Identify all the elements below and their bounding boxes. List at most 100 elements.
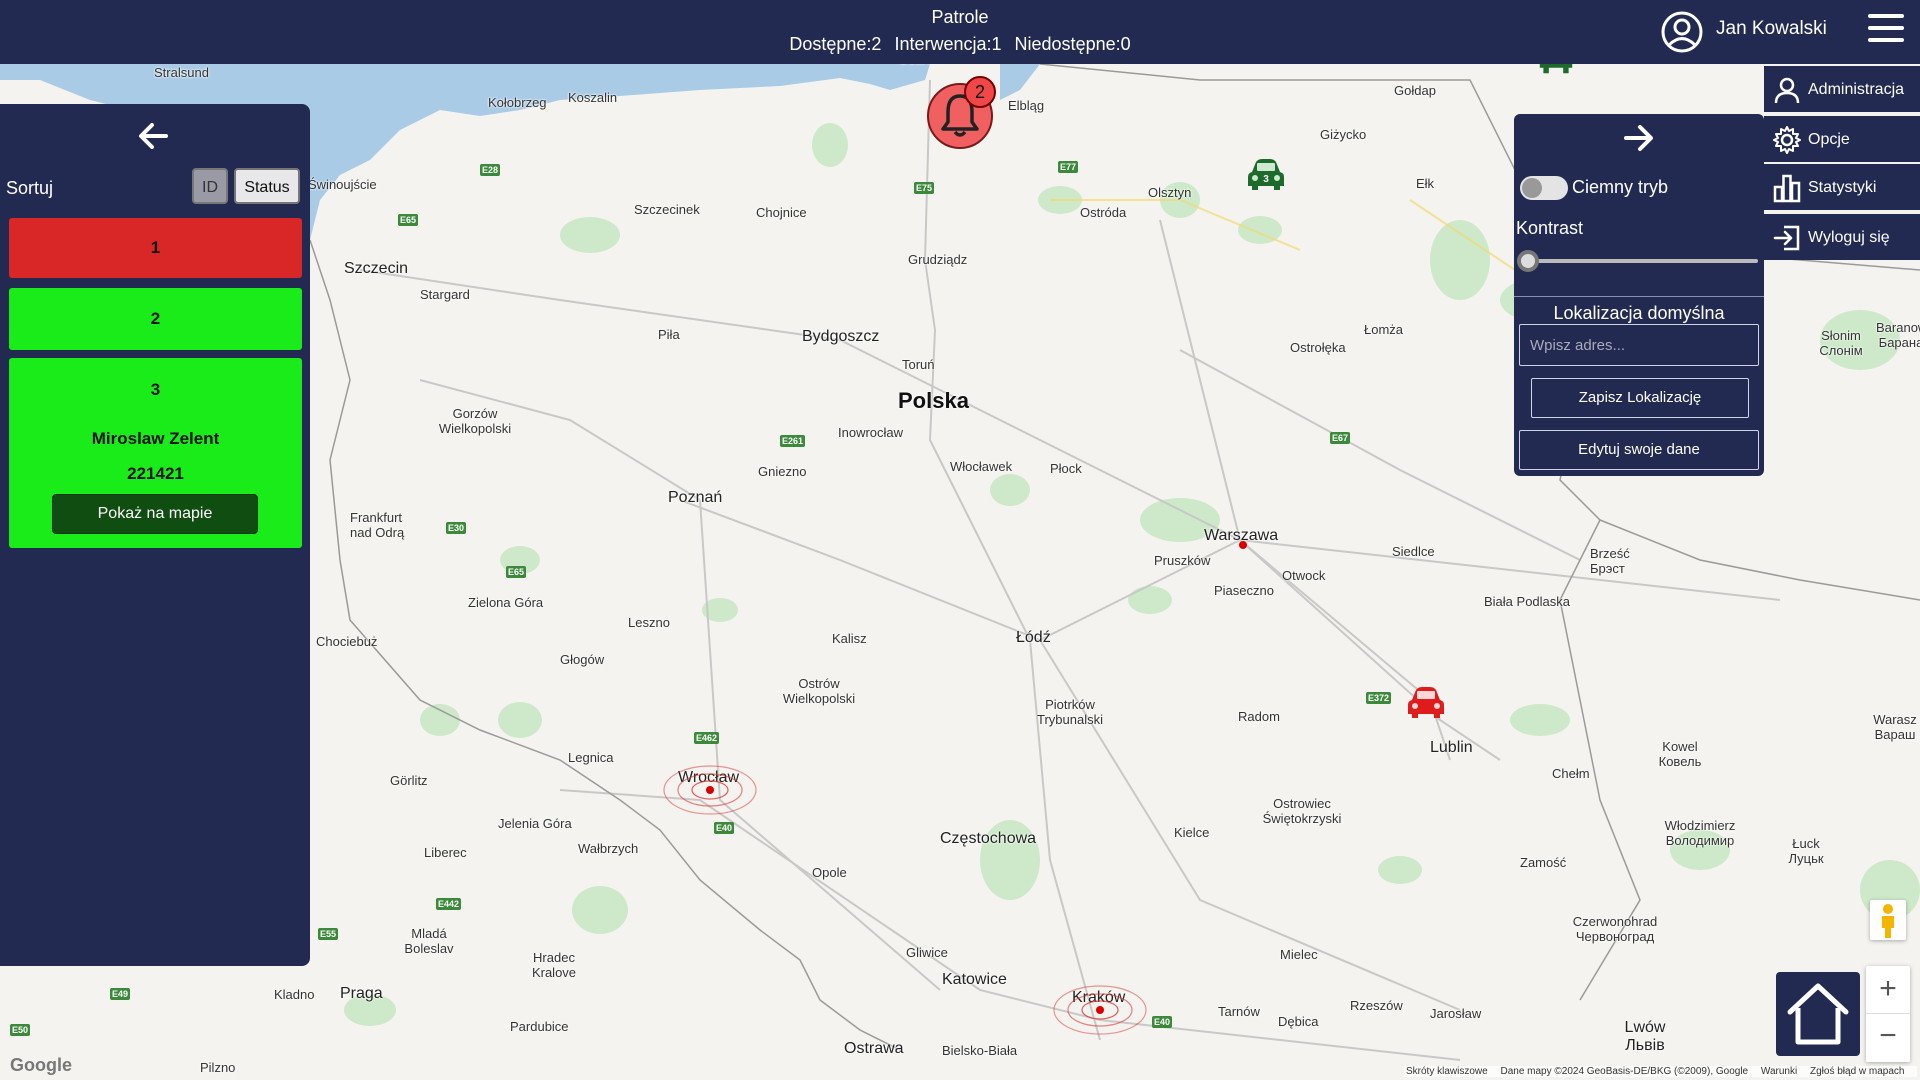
sort-label: Sortuj: [6, 178, 54, 198]
hamburger-icon[interactable]: [1868, 14, 1904, 48]
city-label: Dębica: [1278, 1014, 1319, 1029]
zoom-out-button[interactable]: −: [1866, 1014, 1910, 1062]
city-label: Ostróda: [1080, 205, 1127, 220]
road-shield: E40: [1152, 1016, 1173, 1028]
city-label: Kielce: [1174, 825, 1210, 840]
city-label: Łomża: [1364, 322, 1404, 337]
city-label: Piotrków Trybunalski: [1037, 697, 1103, 727]
incident-target-marker[interactable]: [662, 764, 758, 816]
city-label: Koszalin: [568, 90, 618, 105]
bar-chart-icon: [1773, 174, 1801, 203]
road-shield: E75: [914, 182, 935, 194]
car-icon[interactable]: 3: [1246, 158, 1286, 192]
report-error-link[interactable]: Zgłoś błąd w mapach: [1810, 1066, 1905, 1077]
city-label: Kalisz: [832, 631, 867, 646]
arrow-left-icon[interactable]: [136, 118, 172, 154]
city-label: Włodzimierz Володимир: [1664, 818, 1736, 848]
road-shield: E442: [436, 898, 462, 910]
intervention-count: Interwencja:1: [894, 34, 1002, 54]
keyboard-shortcuts-link[interactable]: Skróty klawiszowe: [1406, 1066, 1488, 1077]
car-icon[interactable]: [1406, 686, 1446, 720]
city-label: Jarosław: [1430, 1006, 1482, 1021]
city-label: Opole: [812, 865, 847, 880]
road-shield: E65: [398, 214, 419, 226]
city-label: Pruszków: [1154, 553, 1211, 568]
city-label: Płock: [1050, 461, 1082, 476]
city-label: Gorzów Wielkopolski: [438, 406, 512, 436]
default-location-label: Lokalizacja domyślna: [1514, 296, 1764, 324]
sort-by-id-button[interactable]: ID: [192, 168, 228, 204]
menu-item-logout[interactable]: Wyloguj się: [1764, 214, 1920, 260]
patrol-officer-name: Miroslaw Zelent: [91, 429, 220, 448]
city-label: Ostrów Wielkopolski: [782, 676, 856, 706]
road-shield: E40: [714, 822, 735, 834]
menu-item-options[interactable]: Opcje: [1764, 116, 1920, 162]
patrol-card[interactable]: 2: [9, 288, 302, 350]
city-label: Tarnów: [1218, 1004, 1260, 1019]
city-label: Katowice: [942, 971, 1007, 988]
city-label: Warasz Вараш: [1873, 712, 1917, 742]
city-label: Piaseczno: [1214, 583, 1274, 598]
city-label: Stargard: [420, 287, 470, 302]
city-label: Grudziądz: [908, 252, 968, 267]
city-label: Słonim Слонім: [1819, 328, 1863, 358]
contrast-slider-thumb[interactable]: [1517, 250, 1539, 272]
road-shield: E65: [506, 566, 527, 578]
road-shield: E372: [1366, 692, 1392, 704]
city-label: Baranowicze Барана: [1876, 320, 1920, 350]
road-shield: E55: [318, 928, 339, 940]
save-location-button[interactable]: Zapisz Lokalizację: [1531, 378, 1749, 418]
city-label: Lublin: [1430, 739, 1473, 756]
show-on-map-button[interactable]: Pokaż na mapie: [52, 494, 258, 534]
contrast-slider-track[interactable]: [1528, 259, 1758, 263]
gear-icon: [1773, 126, 1801, 154]
city-label: Piła: [658, 327, 680, 342]
city-label: Pardubice: [510, 1019, 569, 1034]
patrol-card[interactable]: 1: [9, 218, 302, 278]
city-label: Kołobrzeg: [488, 95, 547, 110]
contrast-label: Kontrast: [1516, 218, 1584, 238]
patrol-card-expanded[interactable]: 3 Miroslaw Zelent 221421 Pokaż na mapie: [9, 358, 302, 548]
city-label: Gołdap: [1394, 83, 1436, 98]
home-icon: [1787, 983, 1849, 1045]
zoom-in-button[interactable]: +: [1866, 966, 1910, 1014]
city-label: Łuck Луцьк: [1788, 836, 1824, 866]
logout-icon: [1773, 225, 1800, 251]
patrol-id: 3: [150, 380, 161, 399]
city-label: Chojnice: [756, 205, 807, 220]
arrow-right-icon[interactable]: [1620, 120, 1656, 156]
user-name[interactable]: Jan Kowalski: [1716, 18, 1827, 40]
address-input[interactable]: [1519, 324, 1759, 366]
city-label: Poznań: [668, 489, 723, 506]
home-button[interactable]: [1776, 972, 1860, 1056]
google-logo: Google: [10, 1055, 72, 1075]
user-circle-icon[interactable]: [1660, 10, 1704, 54]
patrol-code: 221421: [127, 464, 184, 483]
dark-mode-toggle[interactable]: [1520, 176, 1568, 200]
pegman-icon[interactable]: [1870, 900, 1906, 940]
terms-link[interactable]: Warunki: [1761, 1066, 1797, 1077]
city-label: Częstochowa: [940, 830, 1037, 847]
sort-by-status-button[interactable]: Status: [234, 168, 300, 204]
road-shield: E49: [110, 988, 131, 1000]
menu-item-label: Wyloguj się: [1808, 229, 1890, 246]
city-label: Zielona Góra: [468, 595, 544, 610]
city-label: Ełk: [1416, 176, 1435, 191]
city-label: Kowel Ковель: [1658, 739, 1702, 769]
city-label: Ostrowiec Świętokrzyski: [1262, 796, 1342, 826]
incident-target-marker[interactable]: [1052, 984, 1148, 1036]
patrol-id: 1: [150, 238, 161, 257]
menu-item-label: Opcje: [1808, 131, 1850, 148]
city-label: Praga: [340, 985, 383, 1002]
top-bar: Patrole Dostępne:2 Interwencja:1 Niedost…: [0, 0, 1920, 64]
city-label: Gliwice: [906, 945, 948, 960]
menu-item-stats[interactable]: Statystyki: [1764, 164, 1920, 210]
edit-profile-button[interactable]: Edytuj swoje dane: [1519, 430, 1759, 470]
city-label: Szczecin: [344, 260, 409, 277]
city-label: Chociebuż: [316, 634, 378, 649]
menu-item-admin[interactable]: Administracja: [1764, 66, 1920, 112]
city-label: Gniezno: [758, 464, 807, 479]
location-dot: [1239, 541, 1247, 549]
city-label: Bydgoszcz: [802, 328, 880, 345]
city-label: Zamość: [1520, 855, 1567, 870]
